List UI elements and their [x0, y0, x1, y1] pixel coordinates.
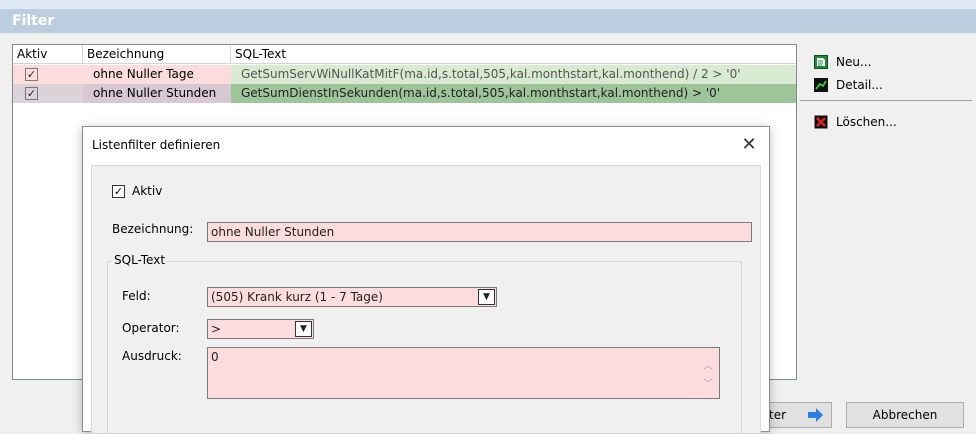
ausdruck-value: 0 — [211, 350, 219, 364]
side-separator — [800, 100, 972, 101]
table-row[interactable]: ✓ ohne Nuller Stunden GetSumDienstInSeku… — [13, 84, 796, 103]
bezeichnung-label: Bezeichnung: — [112, 222, 194, 236]
sql-text-group-label: SQL-Text — [112, 252, 168, 268]
delete-button[interactable]: Löschen... — [810, 111, 897, 133]
new-button[interactable]: Neu... — [810, 51, 871, 73]
aktiv-checkbox[interactable]: ✓ — [112, 185, 125, 198]
feld-label: Feld: — [122, 289, 151, 303]
feld-select[interactable]: (505) Krank kurz (1 - 7 Tage) ▼ — [207, 287, 497, 307]
aktiv-cell[interactable]: ✓ — [13, 65, 83, 84]
panel-title: Filter — [0, 9, 976, 33]
bezeichnung-input[interactable]: ohne Nuller Stunden — [207, 222, 752, 242]
detail-button-label: Detail... — [836, 78, 883, 92]
next-button-label: ter — [769, 408, 787, 422]
detail-icon — [814, 78, 828, 92]
scroll-up-icon[interactable]: ︿ — [703, 362, 713, 372]
operator-select[interactable]: > ▼ — [207, 319, 314, 339]
bezeichnung-cell: ohne Nuller Tage — [83, 65, 231, 84]
cancel-button[interactable]: Abbrechen — [846, 402, 964, 428]
delete-icon — [814, 115, 828, 129]
bezeichnung-cell: ohne Nuller Stunden — [83, 84, 231, 103]
detail-button[interactable]: Detail... — [810, 74, 883, 96]
sql-text-cell: GetSumDienstInSekunden(ma.id,s.total,505… — [231, 84, 796, 103]
new-icon — [814, 55, 828, 69]
chevron-down-icon[interactable]: ▼ — [295, 321, 312, 337]
row-aktiv-checkbox[interactable]: ✓ — [25, 68, 38, 81]
row-aktiv-checkbox[interactable]: ✓ — [25, 87, 38, 100]
delete-button-label: Löschen... — [836, 115, 897, 129]
column-header-aktiv[interactable]: Aktiv — [13, 45, 83, 64]
top-strip — [0, 0, 976, 9]
operator-label: Operator: — [122, 321, 180, 335]
aktiv-label: Aktiv — [132, 184, 163, 198]
list-header: Aktiv Bezeichnung SQL-Text — [13, 45, 796, 64]
filter-definition-dialog: Listenfilter definieren ✕ ✓ Aktiv Bezeic… — [82, 126, 770, 434]
column-header-sql-text[interactable]: SQL-Text — [231, 45, 796, 64]
close-icon[interactable]: ✕ — [739, 135, 759, 155]
aktiv-cell[interactable]: ✓ — [13, 84, 83, 103]
new-button-label: Neu... — [836, 55, 872, 69]
feld-select-value: (505) Krank kurz (1 - 7 Tage) — [211, 290, 383, 304]
ausdruck-textarea[interactable]: 0 ︿ ﹀ — [207, 347, 720, 399]
table-row[interactable]: ✓ ohne Nuller Tage GetSumServWiNullKatMi… — [13, 65, 796, 84]
sql-text-cell: GetSumServWiNullKatMitF(ma.id,s.total,50… — [231, 65, 796, 84]
dialog-body: ✓ Aktiv Bezeichnung: ohne Nuller Stunden… — [91, 165, 761, 434]
scroll-down-icon[interactable]: ﹀ — [703, 380, 713, 390]
arrow-right-icon — [808, 408, 823, 422]
column-header-bezeichnung[interactable]: Bezeichnung — [83, 45, 231, 64]
dialog-title: Listenfilter definieren — [83, 127, 769, 164]
operator-select-value: > — [211, 322, 222, 336]
ausdruck-label: Ausdruck: — [122, 349, 182, 363]
chevron-down-icon[interactable]: ▼ — [478, 289, 495, 305]
